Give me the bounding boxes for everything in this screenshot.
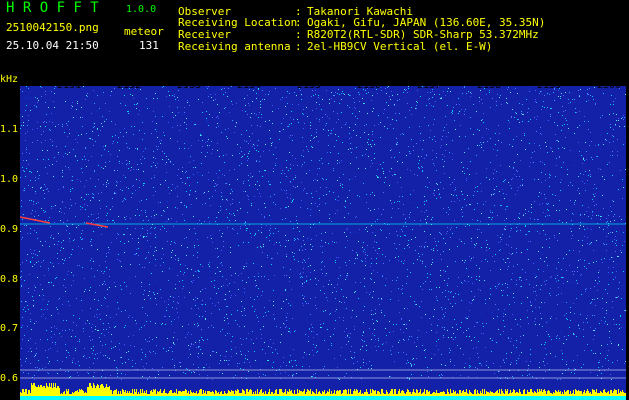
x-tick-label: 2151 (57, 80, 82, 91)
meteor-label: meteor (124, 25, 164, 38)
y-tick-label: 0.8 (0, 274, 19, 285)
x-tick-label: 2156 (357, 80, 382, 91)
app-title: H R O F F T (6, 0, 99, 16)
x-tick-label: 2153 (177, 80, 202, 91)
info-value-antenna: 2el-HB9CV Vertical (el. E-W) (307, 40, 493, 53)
x-tick-label: 2159 (537, 80, 562, 91)
info-separator: : (295, 40, 302, 53)
y-tick-label: 0.6 (0, 373, 19, 384)
y-tick-label: 0.7 (0, 323, 19, 334)
spectrogram (20, 86, 626, 400)
info-key-antenna: Receiving antenna (178, 40, 291, 53)
x-tick-label: 2154 (237, 80, 262, 91)
x-tick-label: 2158 (477, 80, 502, 91)
amplitude-baseline (20, 396, 626, 400)
image-filename: 2510042150.png (6, 21, 99, 34)
y-axis-unit: kHz (0, 74, 19, 85)
hrofft-window: H R O F F T 1.0.0 2510042150.png meteor … (0, 0, 629, 400)
noise-speckle (20, 86, 625, 380)
x-tick-label: 2155 (297, 80, 322, 91)
noise-speckle (20, 86, 626, 380)
noise-speckle (20, 86, 626, 380)
app-version: 1.0.0 (126, 4, 157, 15)
x-tick-label: 2152 (117, 80, 142, 91)
noise-speckle (20, 86, 626, 380)
meteor-count: 131 (139, 39, 159, 52)
y-tick-label: 0.9 (0, 224, 19, 235)
noise-speckle (20, 86, 626, 380)
timestamp: 25.10.04 21:50 (6, 39, 99, 52)
x-tick-label: 2157 (417, 80, 442, 91)
y-tick-label: 1.1 (0, 124, 19, 135)
y-tick-label: 1.0 (0, 174, 19, 185)
x-tick-label: 2200 (597, 80, 622, 91)
spectrogram-canvas (20, 86, 626, 400)
